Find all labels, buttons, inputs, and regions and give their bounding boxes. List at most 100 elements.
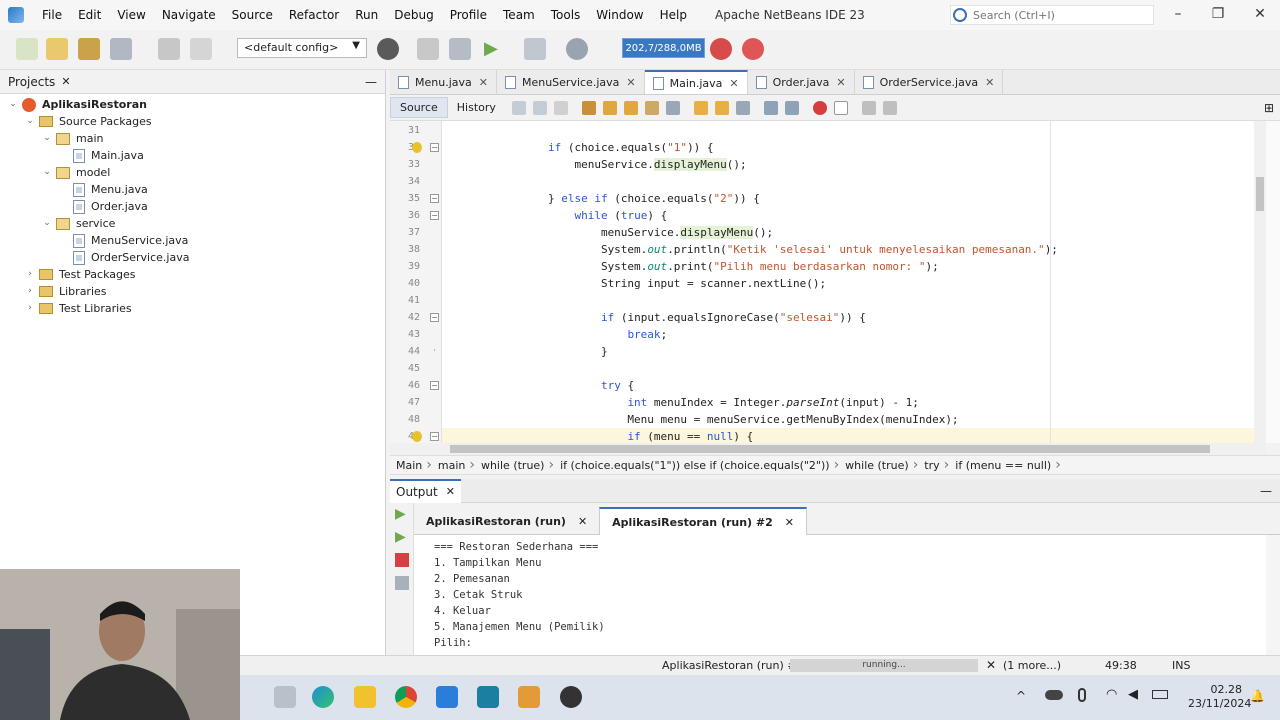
clock[interactable]: 02.28 23/11/2024 [1188, 683, 1251, 711]
gc-icon[interactable] [710, 38, 732, 60]
search-input[interactable] [973, 8, 1143, 22]
cloud-icon[interactable] [1045, 690, 1063, 700]
hint-bulb-icon[interactable] [412, 431, 422, 442]
undo-icon[interactable] [158, 38, 180, 60]
stop-macro-icon[interactable] [833, 100, 848, 115]
more-tasks-link[interactable]: (1 more...) [1003, 659, 1061, 672]
uncomment-icon[interactable] [882, 100, 897, 115]
maximize-icon[interactable]: ❐ [1210, 6, 1226, 22]
editor-tab[interactable]: OrderService.java ✕ [854, 70, 1004, 94]
scroll-thumb[interactable] [450, 445, 1210, 453]
fold-toggle-icon[interactable]: − [430, 432, 439, 441]
config-select[interactable]: <default config> ▼ [237, 38, 367, 58]
back-icon[interactable] [511, 100, 526, 115]
toggle-highlight-icon[interactable] [644, 100, 659, 115]
expand-toggle-icon[interactable]: ⌄ [42, 215, 52, 232]
breadcrumb-item[interactable]: while (true) [475, 459, 549, 472]
breadcrumb-item[interactable]: while (true) [839, 459, 913, 472]
tree-item[interactable]: Menu.java [59, 181, 148, 198]
shift-right-icon[interactable] [784, 100, 799, 115]
close-window-icon[interactable]: ✕ [1252, 6, 1268, 22]
menu-item-window[interactable]: Window [588, 8, 651, 22]
menu-item-team[interactable]: Team [495, 8, 543, 22]
comment-icon[interactable] [861, 100, 876, 115]
run-tab[interactable]: AplikasiRestoran (run) ✕ [414, 507, 599, 535]
fold-toggle-icon[interactable]: − [430, 313, 439, 322]
find-next-icon[interactable] [623, 100, 638, 115]
status-task[interactable]: AplikasiRestoran (run) #2 [662, 659, 804, 672]
prev-bookmark-icon[interactable] [693, 100, 708, 115]
expand-toggle-icon[interactable]: ⌄ [8, 96, 18, 113]
scroll-thumb[interactable] [1256, 177, 1264, 211]
vertical-scrollbar[interactable] [1254, 121, 1266, 443]
menu-item-view[interactable]: View [109, 8, 153, 22]
fold-toggle-icon[interactable]: − [430, 194, 439, 203]
chrome-icon[interactable] [395, 686, 417, 708]
close-icon[interactable]: ✕ [578, 515, 587, 528]
file-manager-app-icon[interactable] [274, 686, 296, 708]
rerun-options-icon[interactable]: ▶ [395, 530, 409, 544]
breadcrumb-item[interactable]: try [918, 459, 943, 472]
fold-toggle-icon[interactable]: − [430, 211, 439, 220]
chevron-up-icon[interactable]: ^ [1016, 689, 1026, 703]
new-file-icon[interactable] [16, 38, 38, 60]
notification-icon[interactable]: 🔔 [1250, 689, 1265, 703]
tree-item[interactable]: ⌄ service [42, 215, 115, 232]
menu-item-file[interactable]: File [34, 8, 70, 22]
menu-item-help[interactable]: Help [652, 8, 695, 22]
find-prev-icon[interactable] [602, 100, 617, 115]
tree-item[interactable]: Order.java [59, 198, 148, 215]
toggle-rect-icon[interactable] [665, 100, 680, 115]
tree-item[interactable]: ⌄ model [42, 164, 110, 181]
hint-bulb-icon[interactable] [412, 142, 422, 153]
output-tab[interactable]: Output ✕ [390, 478, 461, 503]
projects-tab[interactable]: Projects ✕ — [0, 70, 385, 94]
breadcrumb-item[interactable]: Main [390, 459, 426, 472]
tree-item[interactable]: ⌄ Source Packages [25, 113, 151, 130]
tree-item[interactable]: › Libraries [25, 283, 106, 300]
stop-icon[interactable] [395, 553, 409, 567]
expand-toggle-icon[interactable]: ⌄ [25, 113, 35, 130]
breadcrumb-item[interactable]: if (menu == null) [949, 459, 1055, 472]
open-project-icon[interactable] [78, 38, 100, 60]
close-icon[interactable]: ✕ [626, 76, 635, 89]
minimize-panel-icon[interactable]: — [365, 75, 377, 89]
breadcrumb-item[interactable]: main [432, 459, 469, 472]
console-output[interactable]: === Restoran Sederhana === 1. Tampilkan M… [414, 535, 1266, 655]
editor-tab[interactable]: Main.java ✕ [644, 70, 748, 94]
tree-item[interactable]: ⌄ main [42, 130, 103, 147]
calculator-icon[interactable] [477, 686, 499, 708]
last-edit-icon[interactable] [553, 100, 568, 115]
battery-icon[interactable] [1152, 690, 1168, 699]
editor-tab[interactable]: Order.java ✕ [747, 70, 855, 94]
tree-item[interactable]: ⌄ AplikasiRestoran [8, 96, 147, 113]
search-box[interactable] [950, 5, 1154, 25]
edge-icon[interactable] [312, 686, 334, 708]
expand-toggle-icon[interactable]: ⌄ [42, 130, 52, 147]
close-icon[interactable]: ✕ [836, 76, 845, 89]
save-all-icon[interactable] [110, 38, 132, 60]
menu-item-run[interactable]: Run [347, 8, 386, 22]
microphone-icon[interactable] [1078, 688, 1086, 702]
history-button[interactable]: History [448, 98, 505, 117]
expand-toggle-icon[interactable]: › [25, 300, 35, 317]
fold-toggle-icon[interactable]: · [430, 347, 439, 356]
console-scrollbar[interactable] [1266, 535, 1280, 655]
fold-toggle-icon[interactable]: − [430, 143, 439, 152]
expand-toggle-icon[interactable]: › [25, 266, 35, 283]
code-area[interactable]: if (choice.equals("1")) { menuService.di… [442, 121, 1254, 443]
tree-item[interactable]: OrderService.java [59, 249, 189, 266]
breadcrumb-item[interactable]: if (choice.equals("1")) else if (choice.… [554, 459, 833, 472]
menu-item-source[interactable]: Source [224, 8, 281, 22]
editor-tab[interactable]: MenuService.java ✕ [496, 70, 645, 94]
debug-icon[interactable] [524, 38, 546, 60]
menu-item-navigate[interactable]: Navigate [154, 8, 224, 22]
speaker-icon[interactable]: ◀ [1128, 687, 1138, 702]
menu-item-refactor[interactable]: Refactor [281, 8, 347, 22]
source-button[interactable]: Source [390, 97, 448, 118]
cancel-task-icon[interactable]: ✕ [986, 658, 996, 672]
toggle-bookmark-icon[interactable] [735, 100, 750, 115]
editor-tab[interactable]: Menu.java ✕ [390, 70, 497, 94]
menu-item-profile[interactable]: Profile [442, 8, 495, 22]
forward-icon[interactable] [532, 100, 547, 115]
